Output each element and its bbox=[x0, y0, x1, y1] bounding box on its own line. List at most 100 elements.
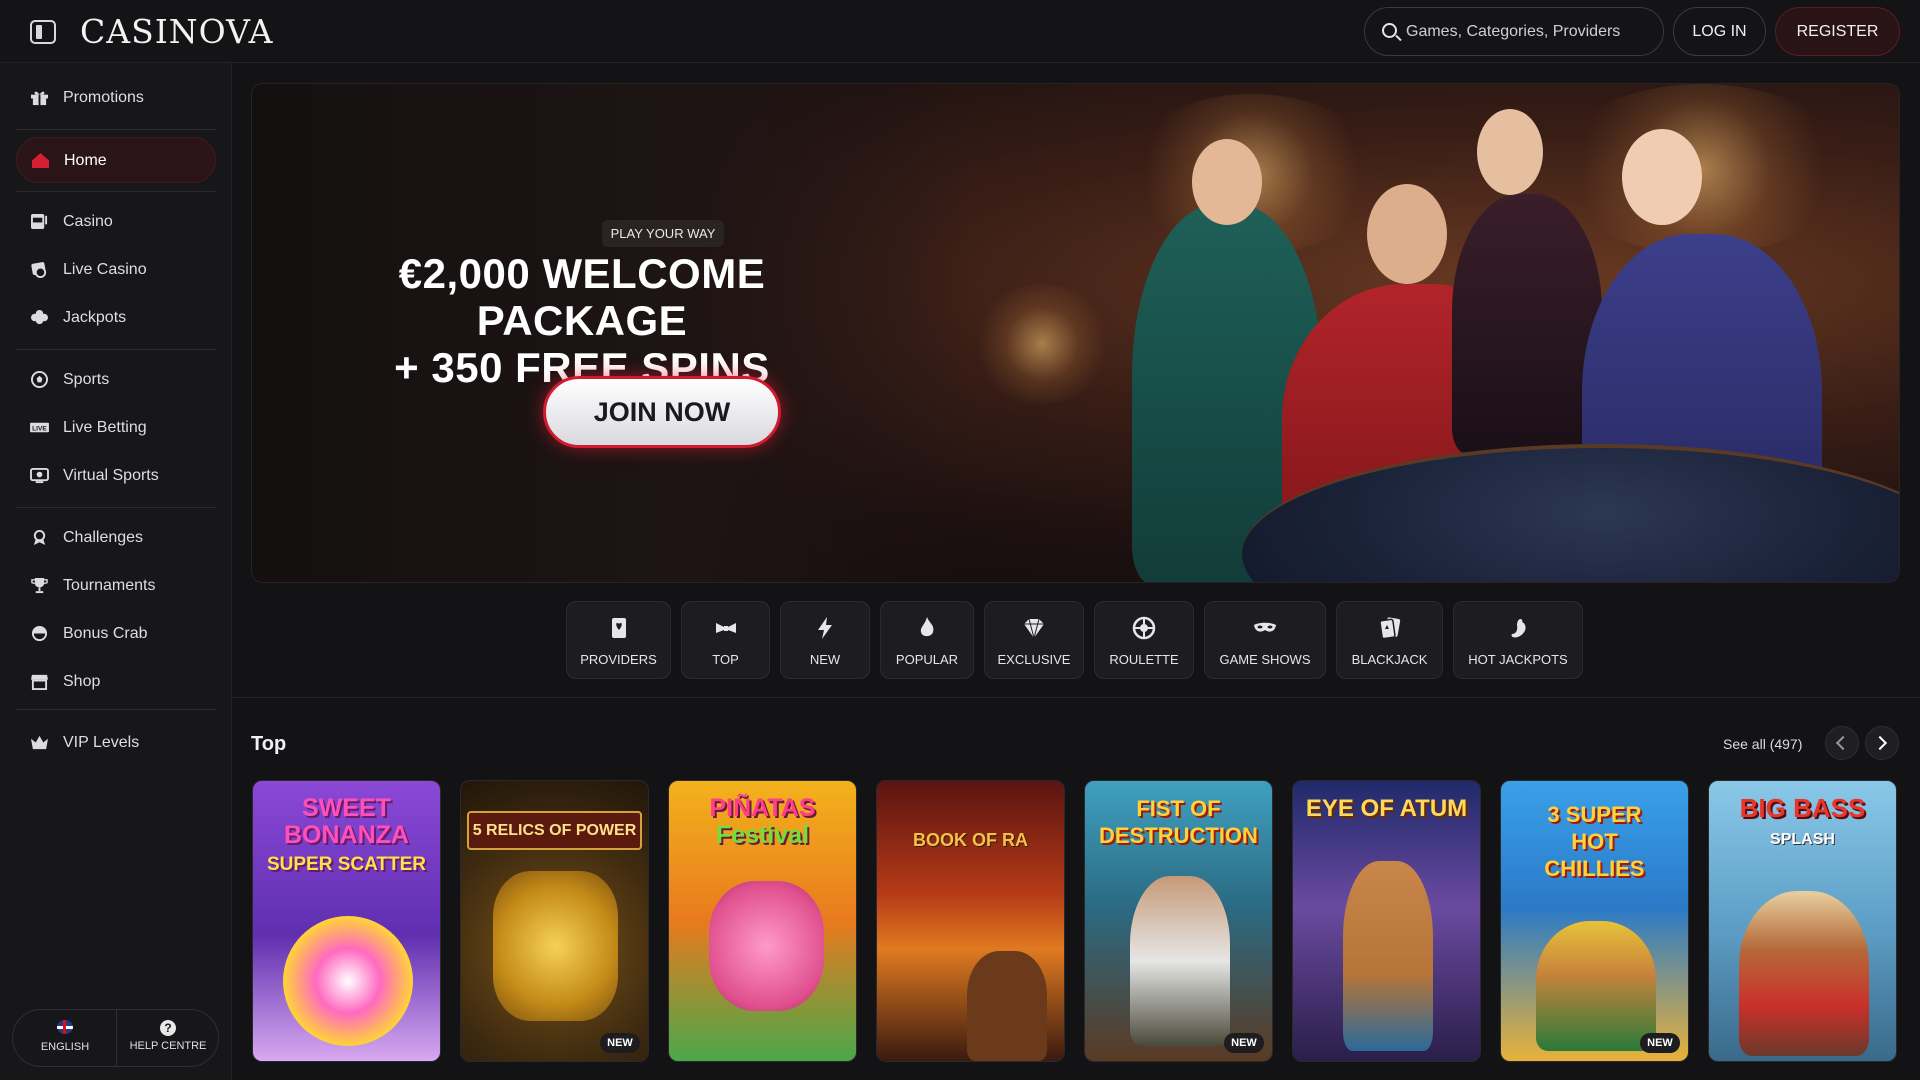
woman-head bbox=[1477, 109, 1543, 195]
game-tile[interactable]: SWEET BONANZA SUPER SCATTER bbox=[252, 780, 441, 1062]
category-blackjack[interactable]: BLACKJACK bbox=[1336, 601, 1443, 679]
category-popular[interactable]: POPULAR bbox=[880, 601, 974, 679]
help-label: HELP CENTRE bbox=[129, 1040, 207, 1052]
crown-icon bbox=[31, 735, 48, 750]
sidebar-item-label: Challenges bbox=[63, 529, 144, 546]
help-centre-button[interactable]: ? HELP CENTRE bbox=[118, 1020, 218, 1052]
game-tile[interactable]: EYE OF ATUM bbox=[1292, 780, 1481, 1062]
category-label: NEW bbox=[809, 652, 841, 667]
gift-icon bbox=[31, 91, 48, 106]
category-roulette[interactable]: ROULETTE bbox=[1094, 601, 1194, 679]
sidebar-item-casino[interactable]: Casino bbox=[16, 199, 216, 245]
trophy-icon bbox=[31, 577, 48, 594]
pinata-art bbox=[709, 881, 824, 1011]
sidebar-item-challenges[interactable]: Challenges bbox=[16, 515, 216, 561]
game-tile[interactable]: FIST OF DESTRUCTION NEW bbox=[1084, 780, 1273, 1062]
category-label: BLACKJACK bbox=[1351, 652, 1428, 667]
sidebar-item-jackpots[interactable]: Jackpots bbox=[16, 295, 216, 341]
sidebar-item-home[interactable]: Home bbox=[16, 137, 216, 183]
category-label: HOT JACKPOTS bbox=[1468, 652, 1568, 667]
sidebar-item-label: Tournaments bbox=[63, 577, 156, 594]
divider bbox=[16, 129, 216, 130]
live-casino-icon bbox=[31, 262, 47, 278]
bow-tie-icon bbox=[715, 623, 736, 633]
woman-head bbox=[1622, 129, 1702, 225]
divider bbox=[16, 191, 216, 192]
divider bbox=[116, 1010, 117, 1066]
game-tile[interactable]: 5 RELICS OF POWER NEW bbox=[460, 780, 649, 1062]
search-placeholder: Games, Categories, Providers bbox=[1406, 23, 1621, 40]
category-exclusive[interactable]: EXCLUSIVE bbox=[984, 601, 1084, 679]
sidebar-item-bonus-crab[interactable]: Bonus Crab bbox=[16, 611, 216, 657]
game-tile[interactable]: BOOK OF RA bbox=[876, 780, 1065, 1062]
category-providers[interactable]: PROVIDERS bbox=[566, 601, 671, 679]
see-all-link[interactable]: See all (497) bbox=[1723, 736, 1802, 752]
sidebar-item-label: Sports bbox=[63, 371, 110, 388]
fisherman-art bbox=[1739, 891, 1869, 1056]
divider bbox=[16, 709, 216, 710]
new-badge: NEW bbox=[1640, 1033, 1680, 1053]
challenge-icon bbox=[33, 529, 46, 546]
carousel-next-button[interactable] bbox=[1865, 726, 1899, 760]
sidebar-item-shop[interactable]: Shop bbox=[16, 659, 216, 705]
lamp-glow bbox=[972, 284, 1112, 404]
uk-flag-icon bbox=[57, 1020, 73, 1034]
flame-icon bbox=[920, 617, 934, 637]
category-label: TOP bbox=[712, 652, 739, 667]
category-hot-jackpots[interactable]: HOT JACKPOTS bbox=[1453, 601, 1583, 679]
sidebar-item-tournaments[interactable]: Tournaments bbox=[16, 563, 216, 609]
register-button[interactable]: REGISTER bbox=[1775, 7, 1900, 56]
site-logo[interactable]: CASINOVA bbox=[80, 12, 274, 51]
language-selector[interactable]: ENGLISH bbox=[15, 1020, 115, 1053]
game-tile[interactable]: 3 SUPER HOT CHILLIES NEW bbox=[1500, 780, 1689, 1062]
lollipop-art bbox=[283, 916, 413, 1046]
sidebar-item-label: Virtual Sports bbox=[63, 467, 159, 484]
sidebar-item-sports[interactable]: Sports bbox=[16, 357, 216, 403]
sidebar-toggle-icon[interactable] bbox=[30, 20, 56, 44]
man-head bbox=[1367, 184, 1447, 284]
sidebar-item-label: Home bbox=[64, 152, 107, 169]
diamond-icon bbox=[1024, 618, 1044, 639]
game-logo-art: BOOK OF RA bbox=[913, 830, 1028, 850]
golden-idol-art bbox=[493, 871, 618, 1021]
section-title: Top bbox=[251, 733, 287, 755]
fighter-art bbox=[1130, 876, 1230, 1046]
svg-text:LIVE: LIVE bbox=[32, 425, 47, 432]
category-top[interactable]: TOP bbox=[681, 601, 770, 679]
game-tile[interactable]: BIG BASS SPLASH bbox=[1708, 780, 1897, 1062]
live-icon: LIVE bbox=[30, 422, 49, 432]
sidebar-item-vip-levels[interactable]: VIP Levels bbox=[16, 720, 216, 766]
category-label: ROULETTE bbox=[1109, 652, 1179, 667]
virtual-sports-icon bbox=[30, 467, 49, 484]
sidebar-item-live-casino[interactable]: Live Casino bbox=[16, 247, 216, 293]
chandelier-glow bbox=[1552, 84, 1852, 254]
sidebar-item-live-betting[interactable]: LIVE Live Betting bbox=[16, 405, 216, 451]
crab-icon bbox=[31, 625, 48, 642]
join-now-button[interactable]: JOIN NOW bbox=[543, 376, 781, 448]
sidebar-item-label: Casino bbox=[63, 213, 113, 230]
providers-icon bbox=[611, 618, 626, 638]
category-new[interactable]: NEW bbox=[780, 601, 870, 679]
home-icon bbox=[32, 152, 49, 169]
woman-dark-dress bbox=[1452, 194, 1602, 454]
login-button[interactable]: LOG IN bbox=[1673, 7, 1766, 56]
carousel-prev-button[interactable] bbox=[1825, 726, 1859, 760]
category-game-shows[interactable]: GAME SHOWS bbox=[1204, 601, 1326, 679]
sidebar-item-label: Jackpots bbox=[63, 309, 127, 326]
sidebar-item-label: VIP Levels bbox=[63, 734, 140, 751]
roulette-icon bbox=[1132, 616, 1156, 640]
chevron-right-icon bbox=[1872, 735, 1888, 751]
search-input[interactable]: Games, Categories, Providers bbox=[1364, 7, 1664, 56]
game-logo-art: EYE OF ATUM bbox=[1305, 795, 1468, 822]
woman-head bbox=[1192, 139, 1262, 225]
sidebar-item-virtual-sports[interactable]: Virtual Sports bbox=[16, 453, 216, 499]
category-label: GAME SHOWS bbox=[1219, 652, 1311, 667]
game-tile[interactable]: PIÑATAS Festival bbox=[668, 780, 857, 1062]
hero-banner[interactable]: PLAY YOUR WAY €2,000 WELCOME PACKAGE + 3… bbox=[251, 83, 1900, 583]
sidebar-item-label: Bonus Crab bbox=[63, 625, 148, 642]
explorer-art bbox=[967, 951, 1047, 1061]
sidebar-item-promotions[interactable]: Promotions bbox=[16, 75, 216, 121]
mask-icon bbox=[1254, 622, 1276, 632]
top-bar: CASINOVA Games, Categories, Providers LO… bbox=[0, 0, 1920, 63]
chevron-left-icon bbox=[1835, 735, 1851, 751]
